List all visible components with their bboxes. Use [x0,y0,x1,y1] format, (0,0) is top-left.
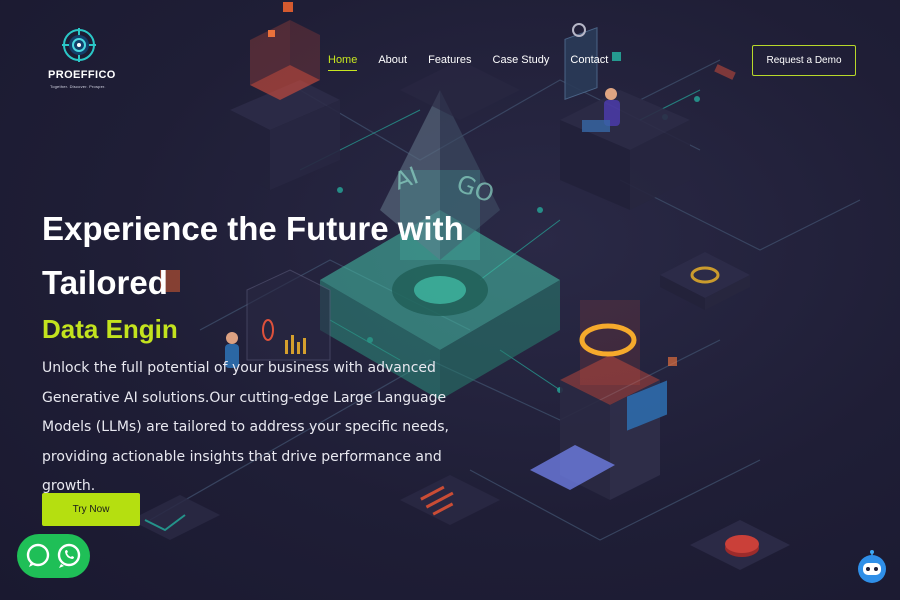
nav-case-study[interactable]: Case Study [493,54,550,71]
hero-title: Experience the Future with Tailored [42,202,502,310]
try-now-button[interactable]: Try Now [42,493,140,526]
side-cubes [660,252,790,570]
brand-tagline: Together. Discover. Prosper. [50,84,106,89]
main-nav: Home About Features Case Study Contact [328,54,608,71]
nav-features[interactable]: Features [428,54,471,71]
chatbot-icon[interactable] [857,548,887,584]
landing-page: AI GO PROEFFICO Together. Discover. Pros… [0,0,900,600]
target-logo-icon [62,28,96,62]
workstation-illustration [560,23,690,210]
whatsapp-icon[interactable] [56,543,82,569]
hero-title-line1: Experience the Future with [42,210,464,247]
brand-name: PROEFFICO [48,69,116,81]
hero-description: Unlock the full potential of your busine… [42,360,449,494]
nav-home[interactable]: Home [328,54,358,71]
orange-cube-tower [230,2,340,190]
hero-accent-text: Data Engin [42,314,178,344]
hero-title-line2: Tailored [42,264,168,301]
nav-about[interactable]: About [378,54,407,71]
request-demo-button[interactable]: Request a Demo [752,45,856,76]
chat-bubble-icon[interactable] [25,543,51,569]
brand-logo[interactable]: PROEFFICO Together. Discover. Prosper. [46,28,116,94]
chat-widget[interactable] [17,534,90,578]
nav-contact[interactable]: Contact [570,54,608,71]
